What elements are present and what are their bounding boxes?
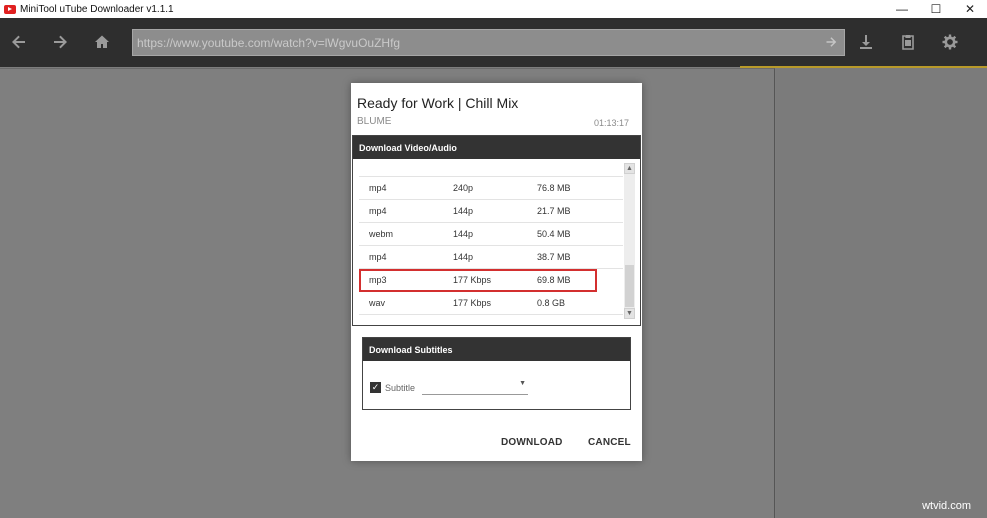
download-dialog: Ready for Work | Chill Mix BLUME 01:13:1… [351, 83, 642, 461]
format-row[interactable]: webm 144p 50.4 MB [359, 223, 623, 246]
format-row[interactable]: mp4 144p 38.7 MB [359, 246, 623, 269]
list-scrollbar[interactable]: ▲ ▼ [624, 163, 635, 319]
minimize-button[interactable]: — [885, 0, 919, 18]
video-duration: 01:13:17 [593, 118, 629, 128]
side-pane [776, 68, 987, 518]
format-row[interactable]: mp4 240p 76.8 MB [359, 177, 623, 200]
subtitles-header: Download Subtitles [363, 338, 630, 361]
subtitle-checkbox[interactable]: ✓ [370, 382, 381, 393]
maximize-button[interactable]: ☐ [919, 0, 953, 18]
subtitle-language-select[interactable]: ▼ [422, 377, 528, 395]
quality-cell: 144p [453, 229, 474, 239]
size-cell: 50.4 MB [537, 229, 571, 239]
cancel-button[interactable]: CANCEL [588, 437, 631, 448]
quality-cell: 240p [453, 183, 474, 193]
scroll-up-icon[interactable]: ▲ [624, 163, 635, 174]
format-cell: webm [369, 229, 394, 239]
format-row-selected[interactable]: mp3 177 Kbps 69.8 MB [359, 269, 597, 292]
url-input[interactable] [133, 35, 818, 50]
format-cell: wav [369, 298, 386, 308]
forward-icon[interactable] [50, 32, 70, 52]
gear-icon[interactable] [940, 32, 960, 52]
title-bar: MiniTool uTube Downloader v1.1.1 — ☐ ✕ [0, 0, 987, 18]
clipboard-icon[interactable] [898, 32, 918, 52]
subtitle-label: Subtitle [385, 383, 416, 393]
video-audio-header: Download Video/Audio [353, 136, 640, 159]
url-bar [132, 29, 845, 56]
scroll-down-icon[interactable]: ▼ [624, 308, 635, 319]
size-cell: 0.8 GB [537, 298, 566, 308]
quality-cell: 177 Kbps [453, 298, 492, 308]
quality-cell: 144p [453, 206, 474, 216]
watermark: wtvid.com [922, 500, 971, 512]
window-title: MiniTool uTube Downloader v1.1.1 [20, 3, 174, 15]
format-row[interactable]: mp4 144p 21.7 MB [359, 200, 623, 223]
window-controls: — ☐ ✕ [885, 0, 987, 18]
format-list: mp4 240p 76.8 MB mp4 144p 21.7 MB webm 1… [353, 159, 640, 325]
download-button[interactable]: DOWNLOAD [501, 437, 563, 448]
toolbar [0, 18, 987, 68]
go-icon[interactable] [818, 35, 844, 51]
size-cell: 38.7 MB [537, 252, 571, 262]
chevron-down-icon: ▼ [519, 380, 526, 387]
home-icon[interactable] [92, 32, 112, 52]
format-cell: mp4 [369, 252, 387, 262]
size-cell: 21.7 MB [537, 206, 571, 216]
format-cell: mp4 [369, 183, 387, 193]
subtitles-panel: Download Subtitles ✓ Subtitle ▼ [362, 337, 631, 410]
format-cell: mp4 [369, 206, 387, 216]
close-button[interactable]: ✕ [953, 0, 987, 18]
size-cell: 69.8 MB [537, 275, 571, 285]
video-audio-panel: Download Video/Audio mp4 240p 76.8 MB mp… [352, 135, 641, 326]
download-icon[interactable] [856, 32, 876, 52]
scroll-thumb[interactable] [625, 265, 634, 307]
size-cell: 76.8 MB [537, 183, 571, 193]
back-icon[interactable] [9, 32, 29, 52]
app-logo-icon [4, 4, 16, 14]
format-row[interactable]: wav 177 Kbps 0.8 GB [359, 292, 623, 315]
quality-cell: 144p [453, 252, 474, 262]
list-row-partial [359, 159, 623, 177]
subtitle-row: ✓ Subtitle ▼ [363, 361, 630, 409]
channel-name: BLUME [357, 116, 392, 127]
quality-cell: 177 Kbps [453, 275, 492, 285]
format-cell: mp3 [369, 275, 387, 285]
video-title: Ready for Work | Chill Mix [357, 95, 519, 111]
